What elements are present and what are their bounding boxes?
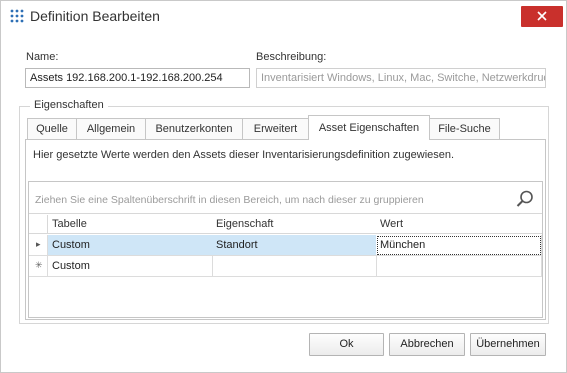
description-field[interactable]: Inventarisiert Windows, Linux, Mac, Swit… [256, 68, 546, 88]
properties-group-legend: Eigenschaften [30, 99, 108, 111]
tab-allgemein[interactable]: Allgemein [76, 118, 146, 140]
grid-dots-icon [10, 9, 24, 23]
search-icon[interactable] [515, 189, 535, 209]
window-title: Definition Bearbeiten [30, 8, 160, 24]
cell-eigenschaft[interactable]: Standort [212, 235, 377, 256]
group-by-hint: Ziehen Sie eine Spaltenüberschrift in di… [35, 194, 424, 206]
close-icon [537, 11, 547, 21]
new-row-glyph: ✳ [35, 260, 43, 270]
tab-benutzerkonten[interactable]: Benutzerkonten [145, 118, 243, 140]
row-indicator-header [29, 215, 48, 234]
tab-quelle[interactable]: Quelle [27, 118, 77, 140]
title-bar: Definition Bearbeiten [1, 1, 566, 32]
name-label: Name: [26, 51, 59, 63]
close-button[interactable] [521, 6, 563, 27]
row-pointer-icon: ▸ [29, 235, 48, 256]
tab-asset-eigenschaften[interactable]: Asset Eigenschaften [308, 115, 430, 140]
new-row-cell-tabelle[interactable]: Custom [48, 256, 213, 277]
tab-file-suche[interactable]: File-Suche [429, 118, 500, 140]
new-row-icon: ✳ [29, 256, 48, 277]
apply-button[interactable]: Übernehmen [470, 333, 546, 356]
name-field[interactable]: Assets 192.168.200.1-192.168.200.254 [25, 68, 250, 88]
cell-tabelle[interactable]: Custom [48, 235, 213, 256]
column-header-tabelle[interactable]: Tabelle [48, 215, 213, 234]
tab-erweitert[interactable]: Erweitert [242, 118, 309, 140]
description-label: Beschreibung: [256, 51, 327, 63]
cancel-button[interactable]: Abbrechen [389, 333, 465, 356]
ok-button[interactable]: Ok [309, 333, 384, 356]
dialog-window: Definition Bearbeiten Name: Assets 192.1… [0, 0, 567, 373]
column-header-wert[interactable]: Wert [376, 215, 542, 234]
column-header-eigenschaft[interactable]: Eigenschaft [212, 215, 377, 234]
new-row-cell-eigenschaft[interactable] [212, 256, 377, 277]
row-pointer-glyph: ▸ [36, 239, 41, 249]
new-row-cell-wert[interactable] [376, 256, 542, 277]
panel-info-text: Hier gesetzte Werte werden den Assets di… [33, 149, 455, 161]
cell-wert[interactable]: München [376, 235, 542, 256]
